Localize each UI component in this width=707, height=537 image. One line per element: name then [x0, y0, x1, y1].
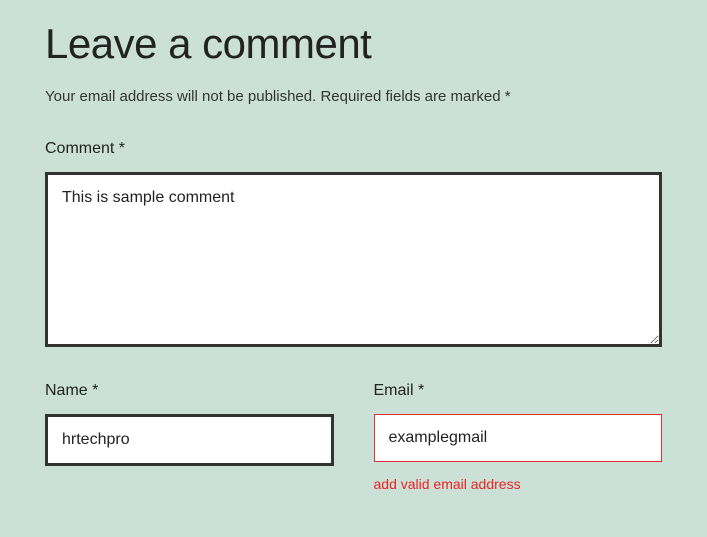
email-notice: Your email address will not be published… [45, 88, 662, 105]
email-error-message: add valid email address [374, 476, 663, 492]
email-field-group: Email * add valid email address [374, 382, 663, 492]
name-input[interactable] [45, 414, 334, 466]
email-input[interactable] [374, 414, 663, 462]
email-label: Email * [374, 382, 663, 400]
page-title: Leave a comment [45, 20, 662, 68]
name-email-row: Name * Email * add valid email address [45, 382, 662, 492]
comment-label: Comment * [45, 140, 662, 158]
name-label: Name * [45, 382, 334, 400]
comment-textarea[interactable]: This is sample comment [45, 172, 662, 347]
name-field-group: Name * [45, 382, 334, 492]
comment-field-group: Comment * This is sample comment [45, 140, 662, 352]
